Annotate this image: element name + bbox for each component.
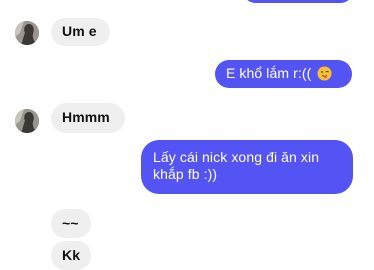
message-bubble-incoming[interactable]: Hmmm <box>51 103 125 133</box>
message-text: E khổ lắm r:(( <box>226 65 312 81</box>
message-bubble-outgoing[interactable]: E khổ lắm r:(( <box>215 60 352 88</box>
message-text: ~~ <box>62 215 79 231</box>
message-bubble-incoming[interactable]: Um e <box>51 18 110 46</box>
winking-face-tongue-emoji-icon <box>317 66 332 81</box>
avatar[interactable] <box>15 21 39 45</box>
message-text: Kk <box>62 247 81 263</box>
message-bubble-outgoing[interactable]: Lấy cái nick xong đi ăn xin khắp fb :)) <box>141 140 353 194</box>
message-text-line: Lấy cái nick xong đi ăn xin <box>153 149 320 165</box>
message-text: Hmmm <box>62 109 110 125</box>
message-text-line: khắp fb :)) <box>153 166 218 182</box>
avatar-photo-icon <box>15 109 39 133</box>
message-bubble-incoming[interactable]: ~~ <box>51 209 91 238</box>
message-bubble-outgoing-partial[interactable] <box>243 0 353 3</box>
avatar[interactable] <box>15 109 39 133</box>
message-bubble-incoming[interactable]: Kk <box>51 241 91 270</box>
avatar-photo-icon <box>15 21 39 45</box>
message-text: Um e <box>62 23 97 39</box>
